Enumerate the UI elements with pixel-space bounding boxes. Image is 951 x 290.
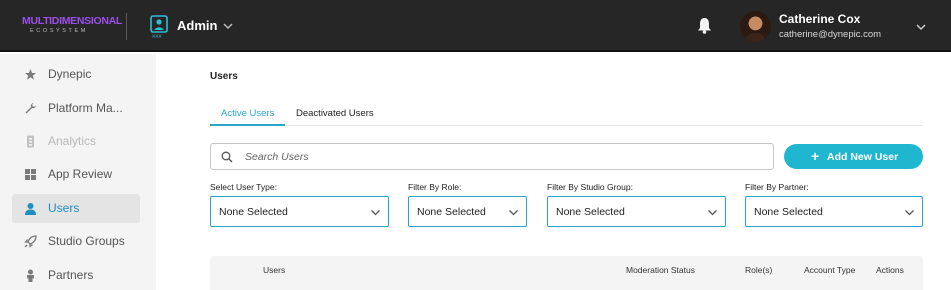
- chevron-down-icon: [509, 210, 518, 216]
- search-icon: [221, 151, 233, 163]
- partner-icon: [27, 269, 34, 282]
- chevron-down-icon: [708, 210, 717, 216]
- user-name[interactable]: Catherine Cox: [779, 12, 860, 26]
- column-header-actions: Actions: [876, 265, 904, 275]
- sidebar-item-label: Dynepic: [48, 67, 92, 81]
- wrench-icon: [25, 103, 36, 114]
- sidebar-item-app-review[interactable]: App Review: [12, 160, 140, 189]
- tab-bar: Active Users Deactivated Users: [210, 104, 923, 126]
- chevron-down-icon: [905, 210, 914, 216]
- logo-text: MULTIDIMENSIONAL: [22, 15, 122, 27]
- logo[interactable]: MULTIDIMENSIONAL ECOSYSTEM: [22, 15, 122, 36]
- sidebar-item-label: Platform Ma...: [48, 101, 123, 115]
- star-icon: [25, 69, 36, 80]
- sidebar-item-partners[interactable]: Partners: [12, 261, 140, 290]
- grid-icon: [25, 169, 36, 180]
- table-header: Users Moderation Status Role(s) Account …: [210, 256, 923, 290]
- studio-group-select[interactable]: None Selected: [547, 196, 726, 227]
- select-value: None Selected: [219, 206, 288, 218]
- plus-icon: +: [811, 148, 820, 164]
- tab-deactivated-users[interactable]: Deactivated Users: [285, 104, 385, 126]
- filter-label-studio-group: Filter By Studio Group:: [547, 182, 633, 192]
- person-icon: [25, 203, 36, 215]
- bell-icon[interactable]: [697, 17, 712, 34]
- admin-user-icon[interactable]: xxx: [150, 15, 168, 38]
- sidebar-item-label: Partners: [48, 268, 94, 282]
- column-header-users[interactable]: Users: [263, 265, 285, 275]
- sidebar-item-label: Studio Groups: [48, 234, 125, 248]
- top-bar: MULTIDIMENSIONAL ECOSYSTEM xxx Admin Cat…: [0, 0, 951, 52]
- analytics-icon: [27, 135, 34, 148]
- logo-subtext: ECOSYSTEM: [30, 28, 88, 34]
- svg-text:xxx: xxx: [152, 34, 163, 39]
- select-value: None Selected: [754, 206, 823, 218]
- add-new-user-button[interactable]: + Add New User: [784, 144, 923, 169]
- user-email: catherine@dynepic.com: [779, 29, 882, 40]
- sidebar-item-label: Analytics: [48, 134, 97, 148]
- filter-label-role: Filter By Role:: [408, 182, 462, 192]
- user-type-select[interactable]: None Selected: [210, 196, 389, 227]
- workspace-label[interactable]: Admin: [177, 18, 217, 33]
- role-select[interactable]: None Selected: [408, 196, 527, 227]
- column-header-moderation-status[interactable]: Moderation Status: [626, 265, 695, 275]
- chevron-down-icon[interactable]: [915, 21, 927, 33]
- search-box[interactable]: [210, 143, 774, 170]
- select-value: None Selected: [556, 206, 625, 218]
- filter-label-user-type: Select User Type:: [210, 182, 277, 192]
- chevron-down-icon[interactable]: [222, 20, 234, 32]
- sidebar-item-label: App Review: [48, 167, 113, 181]
- sidebar-item-platform-management[interactable]: Platform Ma...: [12, 94, 140, 123]
- sidebar-item-studio-groups[interactable]: Studio Groups: [12, 227, 140, 256]
- sidebar-item-users[interactable]: Users: [12, 194, 140, 223]
- sidebar-item-label: Users: [48, 201, 80, 215]
- avatar[interactable]: [740, 11, 771, 42]
- filter-label-partner: Filter By Partner:: [745, 182, 809, 192]
- sidebar-item-analytics[interactable]: Analytics: [12, 127, 140, 156]
- sidebar-item-dynepic[interactable]: Dynepic: [12, 60, 140, 89]
- chevron-down-icon: [371, 210, 380, 216]
- search-input[interactable]: [245, 148, 745, 166]
- sidebar: Dynepic Platform Ma... Analytics App Rev…: [0, 54, 156, 290]
- divider: [126, 13, 127, 40]
- page-title: Users: [210, 71, 238, 82]
- tab-active-users[interactable]: Active Users: [210, 104, 286, 126]
- select-value: None Selected: [417, 206, 486, 218]
- add-new-user-label: Add New User: [827, 151, 899, 163]
- column-header-account-type[interactable]: Account Type: [804, 265, 855, 275]
- partner-select[interactable]: None Selected: [745, 196, 923, 227]
- rocket-icon: [24, 235, 37, 248]
- column-header-roles[interactable]: Role(s): [745, 265, 772, 275]
